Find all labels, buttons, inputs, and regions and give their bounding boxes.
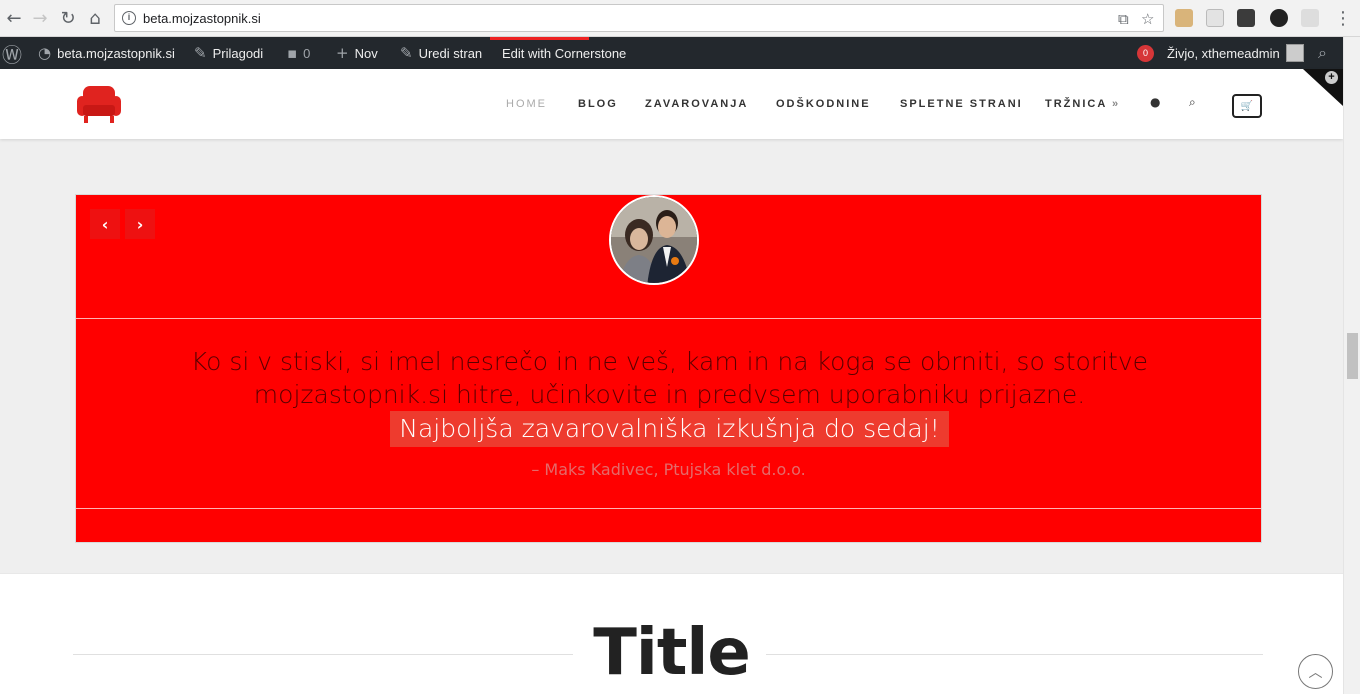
- divider: [76, 318, 1261, 319]
- testimonial-cite: – Maks Kadivec, Ptujska klet d.o.o.: [531, 460, 806, 479]
- dashboard-icon: ◔: [38, 44, 52, 62]
- armchair-logo-icon[interactable]: [77, 83, 121, 125]
- brush-icon: ✎: [194, 44, 207, 62]
- chevron-up-icon: ︿: [1308, 664, 1323, 681]
- site-name: beta.mojzastopnik.si: [57, 45, 175, 61]
- chevron-down-icon: »: [1111, 98, 1119, 110]
- admin-search-icon[interactable]: ⌕: [1318, 37, 1327, 69]
- cart-icon: 🛒: [1240, 100, 1254, 112]
- search-icon[interactable]: ⌕: [1189, 95, 1196, 110]
- avatar: [1285, 44, 1304, 62]
- nav-zavarovanja[interactable]: ZAVAROVANJA: [645, 98, 748, 110]
- slider-prev-button[interactable]: ‹: [90, 209, 120, 239]
- quote-text: Ko si v stiski, si imel nesrečo in ne ve…: [190, 347, 1149, 409]
- nav-odskodnine[interactable]: ODŠKODNINE: [776, 98, 871, 110]
- testimonial-quote: Ko si v stiski, si imel nesrečo in ne ve…: [116, 345, 1223, 447]
- plus-icon: +: [336, 44, 349, 62]
- testimonial-slider: ‹ › Ko si v stiski, si imel nesrečo in n…: [75, 194, 1262, 543]
- title-rule-right: [766, 654, 1263, 655]
- comments-link[interactable]: ▪ 0: [287, 37, 310, 69]
- nav-trznica-label: TRŽNICA: [1045, 98, 1107, 110]
- cornerstone-label: Edit with Cornerstone: [502, 45, 627, 61]
- extension-icon[interactable]: [1237, 9, 1255, 27]
- content-section: Title: [0, 573, 1343, 694]
- active-indicator: [490, 37, 589, 40]
- wordpress-logo-icon[interactable]: Ⓦ: [0, 37, 22, 69]
- menu-kebab-icon[interactable]: ⋮: [1332, 7, 1354, 29]
- browser-toolbar: ← → ↻ ⌂ i beta.mojzastopnik.si ⧉ ☆ ⋮: [0, 0, 1360, 37]
- pencil-icon: ✎: [400, 44, 413, 62]
- cart-button[interactable]: 🛒: [1232, 94, 1262, 118]
- new-content-link[interactable]: + Nov: [336, 37, 378, 69]
- back-to-top-button[interactable]: ︿: [1298, 654, 1333, 689]
- nav-trznica[interactable]: TRŽNICA »: [1045, 98, 1118, 110]
- info-icon[interactable]: i: [122, 11, 136, 25]
- user-icon[interactable]: ●: [1150, 95, 1160, 109]
- admin-site-link[interactable]: ◔ beta.mojzastopnik.si: [38, 37, 175, 69]
- section-title: Title: [593, 616, 751, 690]
- home-icon[interactable]: ⌂: [84, 7, 106, 29]
- account-link[interactable]: Živjo, xthemeadmin: [1167, 37, 1304, 69]
- new-label: Nov: [354, 45, 378, 61]
- divider: [76, 508, 1261, 509]
- url-text[interactable]: beta.mojzastopnik.si: [143, 11, 261, 26]
- scrollbar-thumb[interactable]: [1347, 333, 1358, 379]
- nav-blog[interactable]: BLOG: [578, 98, 618, 110]
- page-scrollbar[interactable]: [1343, 37, 1360, 694]
- customize-label: Prilagodi: [212, 45, 264, 61]
- edit-page-link[interactable]: ✎ Uredi stran: [400, 37, 482, 69]
- nav-spletne-strani[interactable]: SPLETNE STRANI: [900, 98, 1023, 110]
- address-bar[interactable]: i beta.mojzastopnik.si ⧉ ☆: [114, 4, 1164, 32]
- cornerstone-link[interactable]: Edit with Cornerstone: [502, 37, 626, 69]
- crx-icon[interactable]: [1301, 9, 1319, 27]
- translate-icon[interactable]: ⧉: [1118, 10, 1129, 28]
- greeting: Živjo, xthemeadmin: [1167, 45, 1280, 61]
- edit-page-label: Uredi stran: [418, 45, 483, 61]
- plus-icon[interactable]: +: [1325, 71, 1338, 84]
- comments-count: 0: [303, 45, 311, 61]
- extension-icon[interactable]: [1270, 9, 1288, 27]
- reload-icon[interactable]: ↻: [57, 7, 79, 29]
- wp-admin-bar: Ⓦ ◔ beta.mojzastopnik.si ✎ Prilagodi ▪ 0…: [0, 37, 1343, 69]
- back-icon[interactable]: ←: [3, 7, 25, 29]
- forward-icon[interactable]: →: [29, 7, 51, 29]
- testimonial-photo: [609, 195, 699, 285]
- extension-icon[interactable]: [1175, 9, 1193, 27]
- customize-link[interactable]: ✎ Prilagodi: [194, 37, 263, 69]
- quote-highlight: Najboljša zavarovalniška izkušnja do sed…: [390, 411, 949, 447]
- slider-next-button[interactable]: ›: [125, 209, 155, 239]
- comment-icon: ▪: [287, 44, 298, 62]
- star-icon[interactable]: ☆: [1141, 10, 1154, 28]
- notifications-link[interactable]: 0: [1137, 37, 1154, 69]
- nav-home[interactable]: HOME: [506, 98, 547, 110]
- extension-icon[interactable]: [1206, 9, 1224, 27]
- notification-badge: 0: [1137, 44, 1154, 62]
- site-header: HOME BLOG ZAVAROVANJA ODŠKODNINE SPLETNE…: [0, 69, 1343, 139]
